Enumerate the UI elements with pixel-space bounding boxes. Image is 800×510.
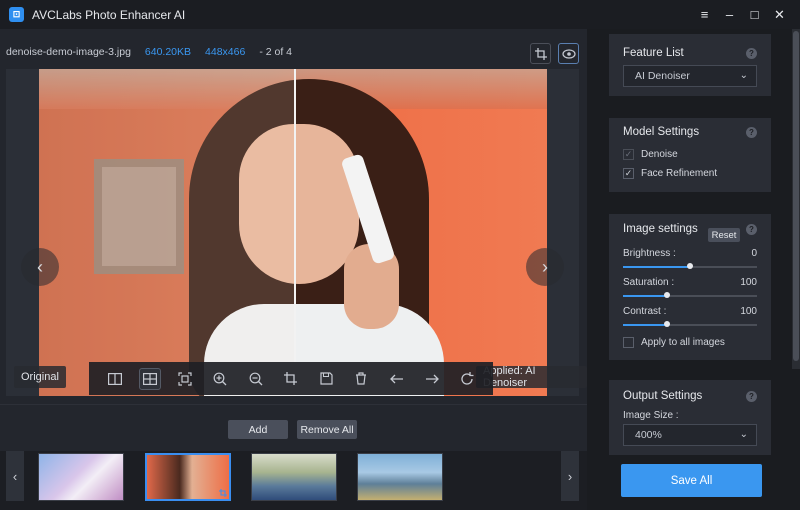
- feature-select-value: AI Denoiser: [635, 70, 690, 82]
- help-icon[interactable]: ?: [746, 127, 757, 138]
- arrow-right-icon[interactable]: [421, 368, 443, 390]
- output-settings-title: Output Settings: [623, 390, 703, 402]
- fit-screen-icon[interactable]: [174, 368, 196, 390]
- preview-photo: [39, 69, 547, 396]
- previous-image-button[interactable]: ‹: [21, 248, 59, 286]
- maximize-button[interactable]: □: [742, 0, 767, 29]
- add-button[interactable]: Add: [228, 420, 288, 439]
- image-size-label: Image Size :: [623, 410, 679, 421]
- arrow-left-icon[interactable]: [386, 368, 408, 390]
- contrast-value: 100: [740, 306, 757, 317]
- next-image-button[interactable]: ›: [526, 248, 564, 286]
- zoom-in-icon[interactable]: [209, 368, 231, 390]
- apply-all-option[interactable]: Apply to all images: [623, 337, 725, 348]
- contrast-label: Contrast :: [623, 306, 667, 317]
- file-position: - 2 of 4: [259, 46, 293, 58]
- brightness-value: 0: [751, 248, 757, 259]
- reset-button[interactable]: Reset: [708, 228, 740, 242]
- menu-icon[interactable]: ≡: [692, 0, 717, 29]
- thumbnail-flowers[interactable]: [38, 453, 124, 501]
- window-controls: ≡ – □ ✕: [692, 0, 792, 29]
- contrast-slider[interactable]: [623, 321, 757, 327]
- preview-toolbar: [89, 362, 493, 395]
- denoise-option[interactable]: ✓ Denoise: [623, 149, 678, 160]
- feature-select[interactable]: AI Denoiser ⌄: [623, 65, 757, 87]
- face-refinement-option[interactable]: ✓ Face Refinement: [623, 168, 717, 179]
- chevron-down-icon: ⌄: [739, 429, 748, 440]
- chevron-down-icon: ⌄: [739, 70, 748, 81]
- rotate-icon[interactable]: [456, 368, 478, 390]
- image-settings-card: Image settings Reset ? Brightness : 0 Sa…: [609, 214, 771, 360]
- thumb-prev-button[interactable]: ‹: [6, 451, 24, 501]
- settings-panel: Feature List ? AI Denoiser ⌄ Model Setti…: [587, 29, 800, 510]
- output-settings-card: Output Settings ? Image Size : 400% ⌄: [609, 380, 771, 455]
- original-label: Original: [14, 366, 66, 388]
- feature-list-card: Feature List ? AI Denoiser ⌄: [609, 34, 771, 96]
- zoom-out-icon[interactable]: [245, 368, 267, 390]
- help-icon[interactable]: ?: [746, 224, 757, 235]
- brightness-slider[interactable]: [623, 263, 757, 269]
- thumbnail-woman-phone[interactable]: [145, 453, 231, 501]
- thumbnail-strip: ‹ ›: [0, 451, 587, 510]
- image-settings-title: Image settings: [623, 223, 698, 235]
- panel-scrollbar[interactable]: [792, 29, 800, 369]
- file-size: 640.20KB: [144, 46, 192, 58]
- minimize-button[interactable]: –: [717, 0, 742, 29]
- saturation-slider[interactable]: [623, 292, 757, 298]
- section-divider: [0, 404, 587, 405]
- thumbnail-man-sunglasses[interactable]: [251, 453, 337, 501]
- crop-tool-icon[interactable]: [530, 43, 551, 64]
- model-settings-card: Model Settings ? ✓ Denoise ✓ Face Refine…: [609, 118, 771, 192]
- feature-list-title: Feature List: [623, 47, 684, 59]
- file-dimensions: 448x466: [205, 46, 246, 58]
- denoise-label: Denoise: [641, 149, 678, 160]
- image-preview[interactable]: ‹ ›: [6, 69, 579, 396]
- help-icon[interactable]: ?: [746, 391, 757, 402]
- thumbnail-landscape[interactable]: [357, 453, 443, 501]
- slider-knob[interactable]: [687, 263, 693, 269]
- checkbox-icon[interactable]: [623, 337, 634, 348]
- help-icon[interactable]: ?: [746, 48, 757, 59]
- file-info: denoise-demo-image-3.jpg 640.20KB 448x46…: [6, 46, 292, 58]
- save-icon[interactable]: [315, 368, 337, 390]
- slider-knob[interactable]: [664, 292, 671, 298]
- file-name: denoise-demo-image-3.jpg: [6, 46, 131, 58]
- brightness-label: Brightness :: [623, 248, 676, 259]
- workspace: denoise-demo-image-3.jpg 640.20KB 448x46…: [0, 29, 587, 510]
- slider-knob[interactable]: [664, 321, 671, 327]
- image-size-select[interactable]: 400% ⌄: [623, 424, 757, 446]
- model-settings-title: Model Settings: [623, 126, 700, 138]
- delete-icon[interactable]: [350, 368, 372, 390]
- title-bar: ⊡ AVCLabs Photo Enhancer AI ≡ – □ ✕: [0, 0, 800, 29]
- image-size-value: 400%: [635, 429, 662, 441]
- remove-all-button[interactable]: Remove All: [297, 420, 357, 439]
- saturation-value: 100: [740, 277, 757, 288]
- saturation-label: Saturation :: [623, 277, 675, 288]
- thumb-next-button[interactable]: ›: [561, 451, 579, 501]
- compare-icon[interactable]: [104, 368, 126, 390]
- close-button[interactable]: ✕: [767, 0, 792, 29]
- compare-divider[interactable]: [294, 69, 296, 396]
- eye-icon[interactable]: [558, 43, 579, 64]
- apply-all-label: Apply to all images: [641, 337, 725, 348]
- split-view-icon[interactable]: [138, 367, 161, 390]
- app-logo-icon: ⊡: [9, 7, 24, 22]
- checkbox-icon[interactable]: ✓: [623, 149, 634, 160]
- app-title: AVCLabs Photo Enhancer AI: [32, 7, 186, 22]
- face-refinement-label: Face Refinement: [641, 168, 718, 179]
- crop-icon[interactable]: [280, 368, 302, 390]
- checkbox-icon[interactable]: ✓: [623, 168, 634, 179]
- save-all-button[interactable]: Save All: [621, 464, 762, 497]
